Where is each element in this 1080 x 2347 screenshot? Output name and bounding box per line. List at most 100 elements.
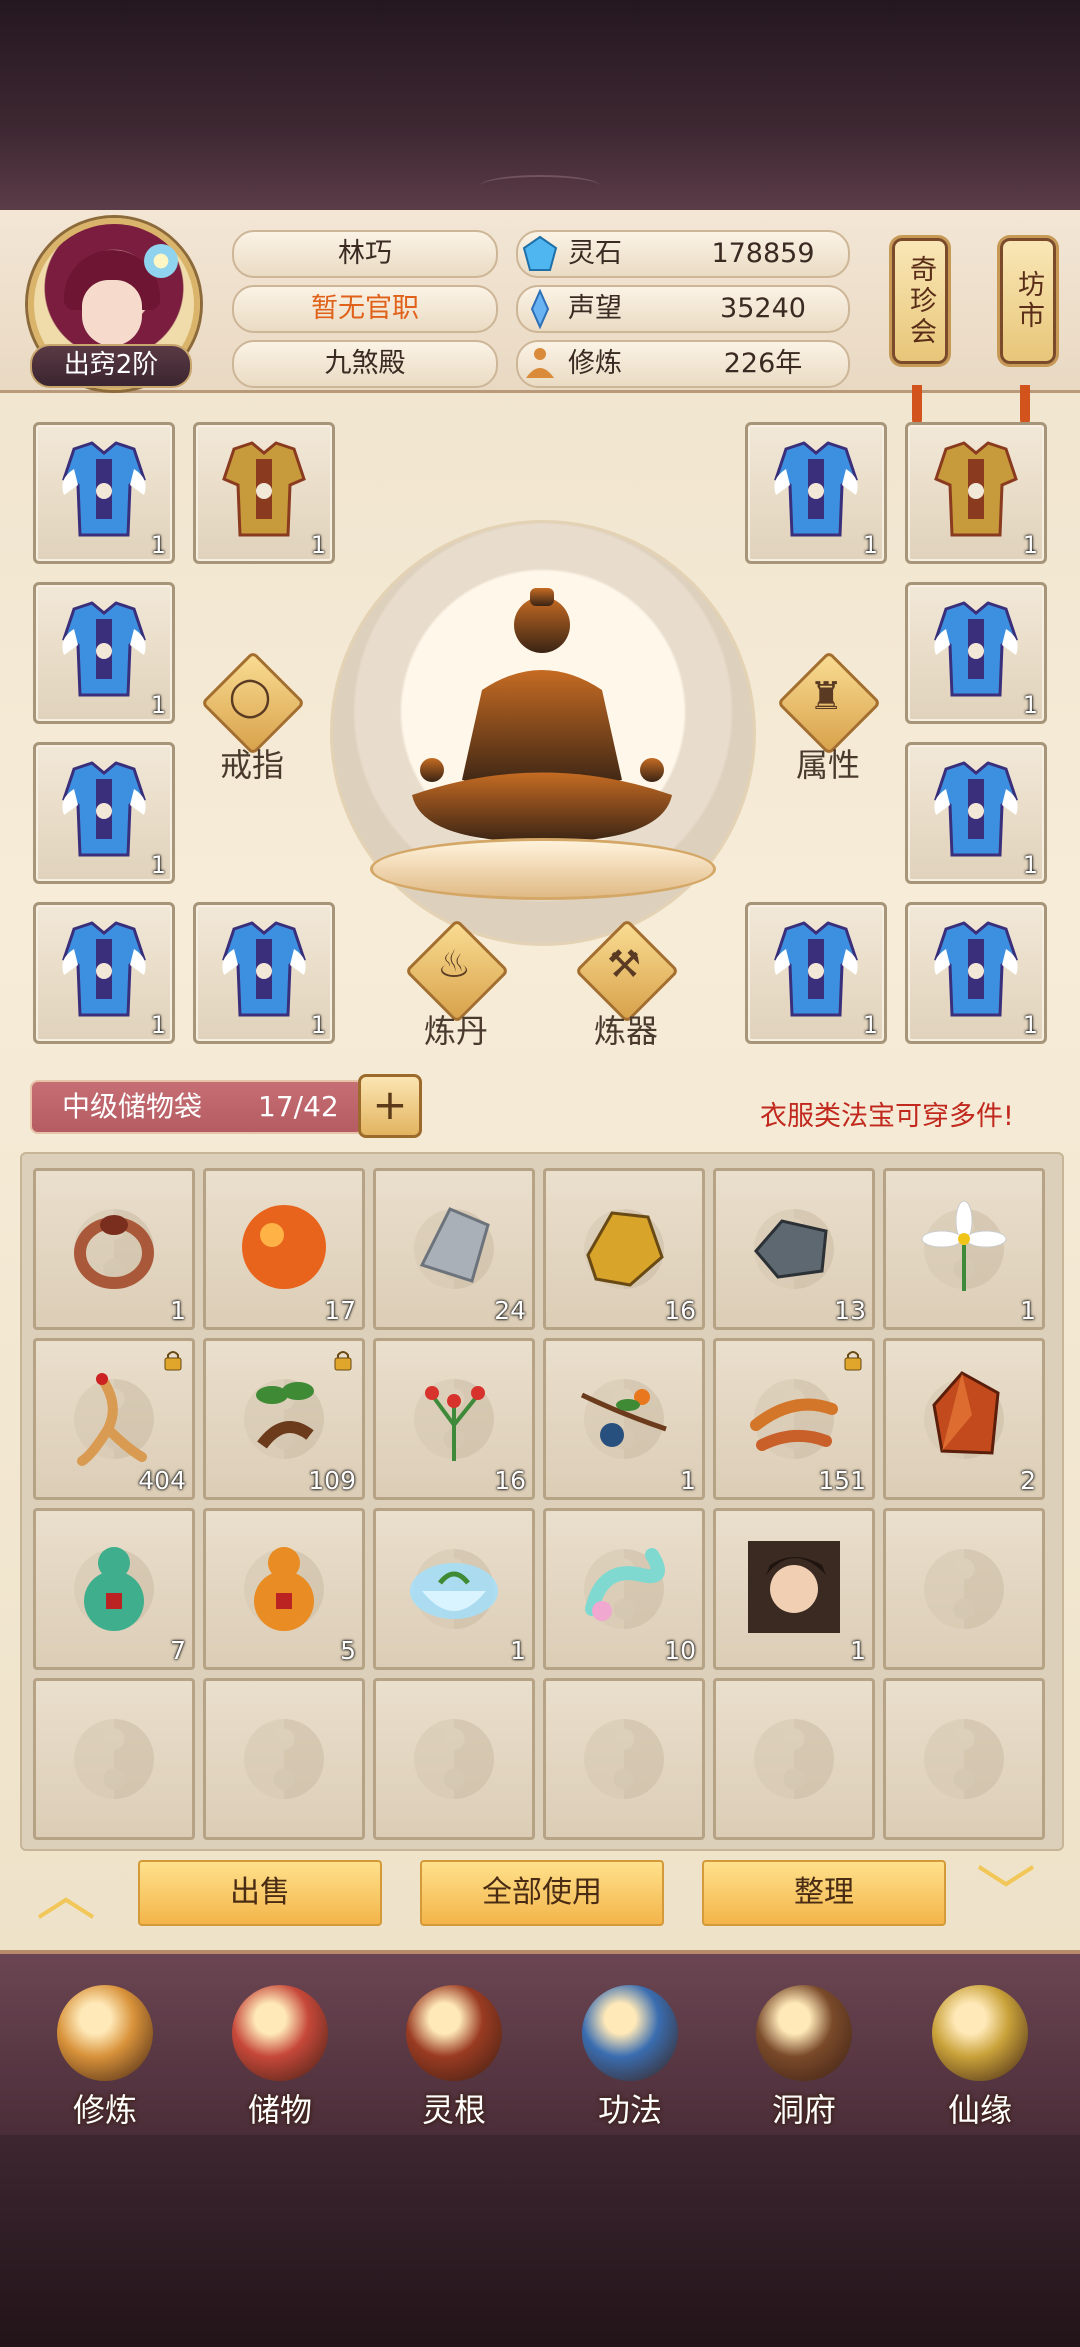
inventory-slot[interactable]: 1: [373, 1508, 535, 1670]
nav-item[interactable]: 灵根: [384, 1985, 524, 2130]
inventory-slot[interactable]: 1: [883, 1168, 1045, 1330]
resource-value: 35240: [720, 293, 806, 324]
equipment-slot[interactable]: 1: [33, 422, 175, 564]
resource-cultivation: 修炼 226年: [516, 340, 850, 388]
armor-icon: [934, 441, 1018, 537]
cloud-ribbon-icon: [585, 1548, 665, 1621]
equipment-count: 1: [1022, 851, 1038, 879]
item-count: 1: [170, 1296, 186, 1325]
alchemy-action-button[interactable]: ♨: [404, 918, 510, 1024]
page-down-arrow-icon[interactable]: ﹀: [976, 1846, 1036, 1933]
inventory-slot[interactable]: 1: [713, 1508, 875, 1670]
treasure-shop-button[interactable]: 奇珍会: [892, 238, 948, 364]
tassel: [912, 385, 922, 425]
inventory-slot[interactable]: 10: [543, 1508, 705, 1670]
item-count: 1: [850, 1636, 866, 1665]
inventory-slot[interactable]: 109: [203, 1338, 365, 1500]
inventory-slot[interactable]: 24: [373, 1168, 535, 1330]
equipment-count: 1: [150, 851, 166, 879]
empty-slot[interactable]: [713, 1678, 875, 1840]
equipment-slot[interactable]: 1: [745, 422, 887, 564]
silver-ore-icon: [419, 1207, 490, 1283]
inventory-slot[interactable]: 16: [543, 1168, 705, 1330]
nav-item[interactable]: 修炼: [35, 1985, 175, 2130]
ring-icon: [74, 1215, 154, 1289]
equipment-slot[interactable]: 1: [33, 902, 175, 1044]
resource-label: 声望: [568, 293, 622, 324]
fruit-branch-icon: [580, 1389, 667, 1447]
empty-slot[interactable]: [883, 1678, 1045, 1840]
equipment-slot[interactable]: 1: [193, 422, 335, 564]
resource-spirit-stone: 灵石 178859: [516, 230, 850, 278]
nav-item[interactable]: 仙缘: [910, 1985, 1050, 2130]
equipment-count: 1: [150, 691, 166, 719]
item-count: 1: [1020, 1296, 1036, 1325]
yin-yang-icon: [924, 1549, 1004, 1629]
bag-capacity: 17/42: [258, 1090, 339, 1123]
nav-item[interactable]: 功法: [560, 1985, 700, 2130]
attributes-icon: ♜: [808, 674, 844, 718]
empty-slot[interactable]: [543, 1678, 705, 1840]
lock-icon: [844, 1351, 862, 1371]
inventory-slot[interactable]: 16: [373, 1338, 535, 1500]
resource-label: 灵石: [568, 238, 622, 269]
nav-item[interactable]: 储物: [210, 1985, 350, 2130]
equipment-slot[interactable]: 1: [33, 582, 175, 724]
nav-item[interactable]: 洞府: [734, 1985, 874, 2130]
inventory-slot[interactable]: 151: [713, 1338, 875, 1500]
item-count: 24: [494, 1296, 526, 1325]
inventory-slot[interactable]: 7: [33, 1508, 195, 1670]
cultivation-icon: [526, 348, 554, 378]
sort-button[interactable]: 整理: [702, 1860, 946, 1926]
page-up-arrow-icon[interactable]: ︿: [36, 1846, 96, 1933]
inventory-slot[interactable]: 17: [203, 1168, 365, 1330]
equipment-count: 1: [150, 1011, 166, 1039]
equipment-slot[interactable]: 1: [905, 422, 1047, 564]
ring-icon: ◯: [228, 674, 272, 718]
meditating-figure-icon: [412, 588, 672, 842]
equipment-count: 1: [150, 531, 166, 559]
inventory-slot[interactable]: 13: [713, 1168, 875, 1330]
anvil-icon: ⚒: [606, 942, 642, 986]
inventory-slot[interactable]: 404: [33, 1338, 195, 1500]
market-button[interactable]: 坊市: [1000, 238, 1056, 364]
equipment-count: 1: [862, 1011, 878, 1039]
equipment-slot[interactable]: 1: [193, 902, 335, 1044]
inventory-slot[interactable]: 1: [33, 1168, 195, 1330]
expand-bag-button[interactable]: +: [358, 1074, 422, 1138]
storage-nav-icon: [232, 1985, 328, 2081]
ring-action-label: 戒指: [219, 746, 284, 784]
empty-slot[interactable]: [203, 1678, 365, 1840]
attributes-action-button[interactable]: ♜: [776, 650, 882, 756]
empty-slot[interactable]: [883, 1508, 1045, 1670]
orange-gourd-icon: [254, 1547, 314, 1631]
forging-action-button[interactable]: ⚒: [574, 918, 680, 1024]
herb-root-icon: [256, 1382, 314, 1449]
item-count: 1: [510, 1636, 526, 1665]
equipment-slot[interactable]: 1: [33, 742, 175, 884]
item-count: 1: [680, 1466, 696, 1495]
item-count: 151: [818, 1466, 866, 1495]
ring-action-button[interactable]: ◯: [200, 650, 306, 756]
rank-badge: 出窍2阶: [30, 344, 192, 388]
item-count: 2: [1020, 1466, 1036, 1495]
sell-button[interactable]: 出售: [138, 1860, 382, 1926]
empty-slot[interactable]: [373, 1678, 535, 1840]
cave-nav-icon: [756, 1985, 852, 2081]
attributes-action-label: 属性: [795, 746, 860, 784]
equipment-slot[interactable]: 1: [905, 582, 1047, 724]
avatar-flower-icon: [144, 244, 178, 278]
item-count: 404: [138, 1466, 186, 1495]
empty-slot[interactable]: [33, 1678, 195, 1840]
item-count: 109: [308, 1466, 356, 1495]
equipment-slot[interactable]: 1: [745, 902, 887, 1044]
lock-icon: [164, 1351, 182, 1371]
equipment-slot[interactable]: 1: [905, 902, 1047, 1044]
avatar-face: [82, 280, 142, 346]
armor-icon: [774, 921, 858, 1017]
inventory-slot[interactable]: 1: [543, 1338, 705, 1500]
equipment-slot[interactable]: 1: [905, 742, 1047, 884]
inventory-slot[interactable]: 5: [203, 1508, 365, 1670]
use-all-button[interactable]: 全部使用: [420, 1860, 664, 1926]
inventory-slot[interactable]: 2: [883, 1338, 1045, 1500]
